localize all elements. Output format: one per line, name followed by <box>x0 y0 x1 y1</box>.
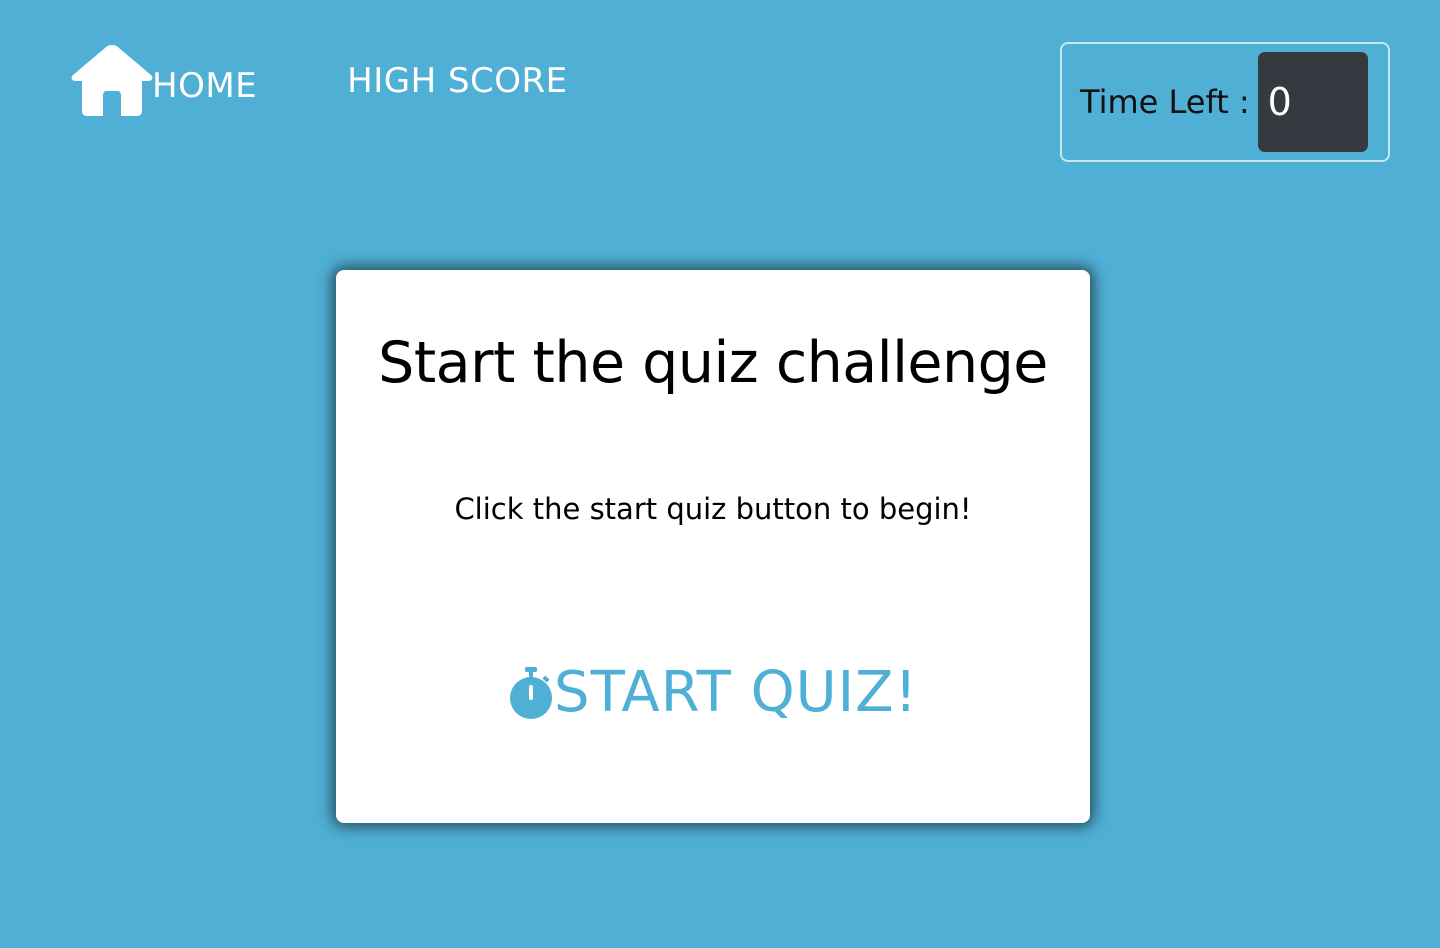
home-icon <box>71 45 153 116</box>
timer-label: Time Left : <box>1080 83 1250 121</box>
timer-box: Time Left : 0 <box>1060 42 1390 162</box>
stopwatch-icon <box>510 666 553 719</box>
page-title: Start the quiz challenge <box>378 330 1048 396</box>
start-quiz-button[interactable]: START QUIZ! <box>336 660 1090 725</box>
quiz-card: Start the quiz challenge Click the start… <box>336 270 1090 823</box>
home-label: HOME <box>152 66 258 106</box>
instruction-text: Click the start quiz button to begin! <box>454 492 972 526</box>
top-nav: HOME HIGH SCORE <box>70 40 568 120</box>
start-quiz-label: START QUIZ! <box>554 660 918 725</box>
home-link[interactable]: HOME <box>70 43 257 117</box>
high-score-link[interactable]: HIGH SCORE <box>347 64 568 98</box>
timer-value: 0 <box>1257 52 1368 152</box>
